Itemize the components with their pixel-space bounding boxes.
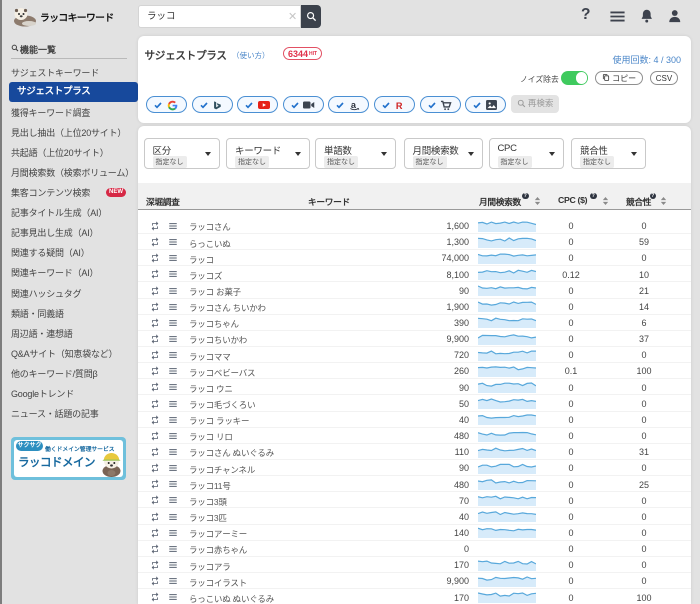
svg-text:R: R [395, 101, 402, 111]
svg-text:a: a [351, 100, 357, 110]
